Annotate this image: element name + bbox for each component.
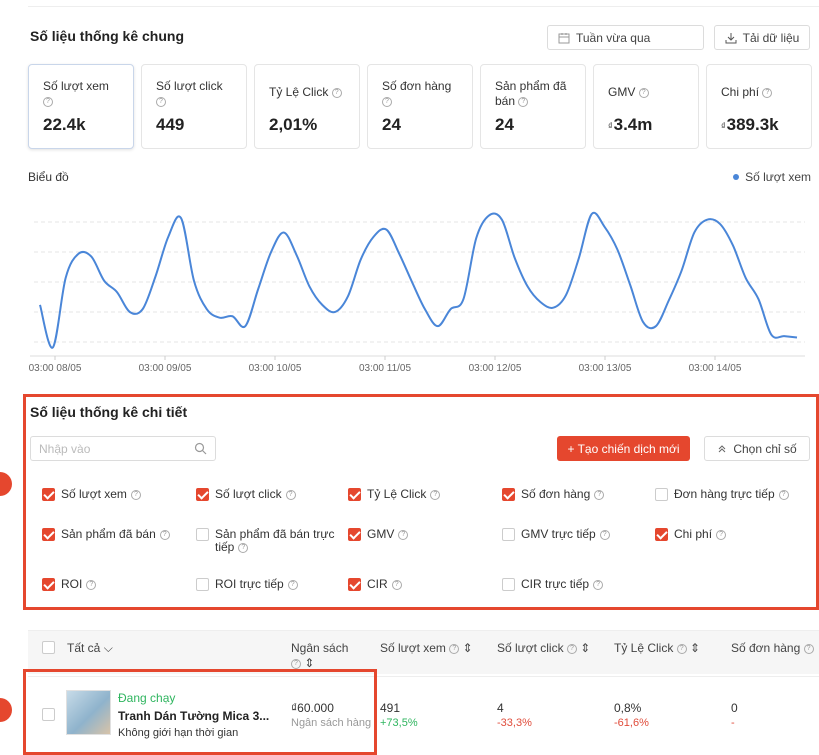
help-icon[interactable]: ? — [43, 96, 53, 107]
sort-icon[interactable]: ⇕ — [580, 641, 590, 655]
legend-dot — [733, 174, 740, 180]
metric-cards: Số lượt xem ? 22.4k Số lượt click ? 449 … — [28, 64, 812, 149]
row-ctr-change: -61,6% — [614, 717, 649, 729]
row-views: 491 — [380, 701, 401, 715]
period-select[interactable]: Tuần vừa qua — [547, 25, 704, 50]
help-icon[interactable]: ? — [449, 643, 460, 654]
row-clicks: 4 — [497, 701, 504, 715]
chart-label: Biểu đồ — [28, 170, 69, 184]
x-tick-label: 03:00 14/05 — [689, 363, 742, 374]
row-ctr: 0,8% — [614, 701, 642, 715]
download-button[interactable]: Tải dữ liệu — [714, 25, 810, 50]
help-icon[interactable]: ? — [762, 87, 773, 98]
card-gmv[interactable]: GMV ? ₫3.4m — [593, 64, 699, 149]
help-icon[interactable]: ? — [803, 643, 814, 654]
row-orders: 0 — [731, 701, 738, 715]
card-value: ₫3.4m — [608, 115, 653, 134]
card-clicks[interactable]: Số lượt click ? 449 — [141, 64, 247, 149]
help-icon[interactable]: ? — [331, 87, 342, 98]
select-all-checkbox[interactable] — [42, 641, 55, 654]
highlight-box-row — [23, 669, 377, 755]
x-tick-label: 03:00 08/05 — [29, 363, 82, 374]
card-ctr[interactable]: Tỷ Lệ Click ? 2,01% — [254, 64, 360, 149]
x-tick-label: 03:00 13/05 — [579, 363, 632, 374]
header-all[interactable]: Tất cả ⌵ — [67, 641, 113, 656]
card-label: GMV ? — [608, 85, 698, 100]
help-icon[interactable]: ? — [518, 96, 529, 107]
card-value: 22.4k — [43, 115, 86, 134]
help-icon[interactable]: ? — [566, 643, 577, 654]
views-line-chart: 03:00 08/05 03:00 09/05 03:00 10/05 03:00 1… — [29, 211, 805, 374]
help-icon[interactable]: ? — [156, 96, 166, 107]
card-value: ₫389.3k — [721, 115, 779, 134]
card-value: 449 — [156, 115, 185, 134]
help-icon[interactable]: ? — [638, 87, 649, 98]
header-views[interactable]: Số lượt xem ? ⇕ — [380, 641, 473, 655]
download-icon — [725, 32, 737, 44]
card-value: 24 — [495, 115, 514, 134]
sort-icon[interactable]: ⇕ — [690, 641, 700, 655]
header-clicks[interactable]: Số lượt click ? ⇕ — [497, 641, 590, 655]
card-label: Số lượt xem — [43, 79, 109, 93]
chart-legend[interactable]: Số lượt xem — [733, 170, 811, 184]
card-label: Số đơn hàng — [382, 79, 452, 93]
row-clicks-change: -33,3% — [497, 717, 532, 729]
help-icon[interactable]: ? — [291, 658, 301, 669]
card-label: Sản phẩm đã bán ? — [495, 79, 567, 108]
sort-icon[interactable]: ⇕ — [304, 656, 314, 670]
row-views-change: +73,5% — [380, 717, 418, 729]
row-orders-change: - — [731, 717, 735, 729]
period-label: Tuần vừa qua — [576, 30, 651, 45]
calendar-icon — [558, 32, 570, 44]
card-views[interactable]: Số lượt xem ? 22.4k — [28, 64, 134, 149]
legend-label: Số lượt xem — [745, 170, 811, 184]
header-orders[interactable]: Số đơn hàng ? — [731, 641, 814, 655]
overview-title: Số liệu thống kê chung — [30, 28, 184, 44]
card-items-sold[interactable]: Sản phẩm đã bán ? 24 — [480, 64, 586, 149]
card-value: 2,01% — [269, 115, 318, 134]
card-label: Chi phí ? — [721, 85, 811, 100]
help-icon[interactable]: ? — [382, 96, 392, 107]
chevron-down-icon: ⌵ — [103, 641, 113, 655]
card-label: Số lượt click — [156, 79, 223, 93]
header-ctr[interactable]: Tỷ Lệ Click ? ⇕ — [614, 641, 700, 655]
help-icon[interactable]: ? — [676, 643, 687, 654]
download-label: Tải dữ liệu — [742, 30, 800, 45]
header-budget[interactable]: Ngân sách? ⇕ — [291, 641, 348, 671]
x-tick-label: 03:00 10/05 — [249, 363, 302, 374]
card-label: Tỷ Lệ Click ? — [269, 85, 359, 100]
x-tick-label: 03:00 11/05 — [359, 363, 412, 374]
x-tick-label: 03:00 09/05 — [139, 363, 192, 374]
card-cost[interactable]: Chi phí ? ₫389.3k — [706, 64, 812, 149]
series-line-views — [39, 211, 798, 349]
card-value: 24 — [382, 115, 401, 134]
x-tick-label: 03:00 12/05 — [469, 363, 522, 374]
top-divider — [28, 6, 819, 7]
sort-icon[interactable]: ⇕ — [463, 641, 473, 655]
card-orders[interactable]: Số đơn hàng ? 24 — [367, 64, 473, 149]
annotation-marker-2 — [0, 698, 12, 722]
highlight-box-detail — [23, 394, 819, 610]
annotation-marker-1 — [0, 472, 12, 496]
